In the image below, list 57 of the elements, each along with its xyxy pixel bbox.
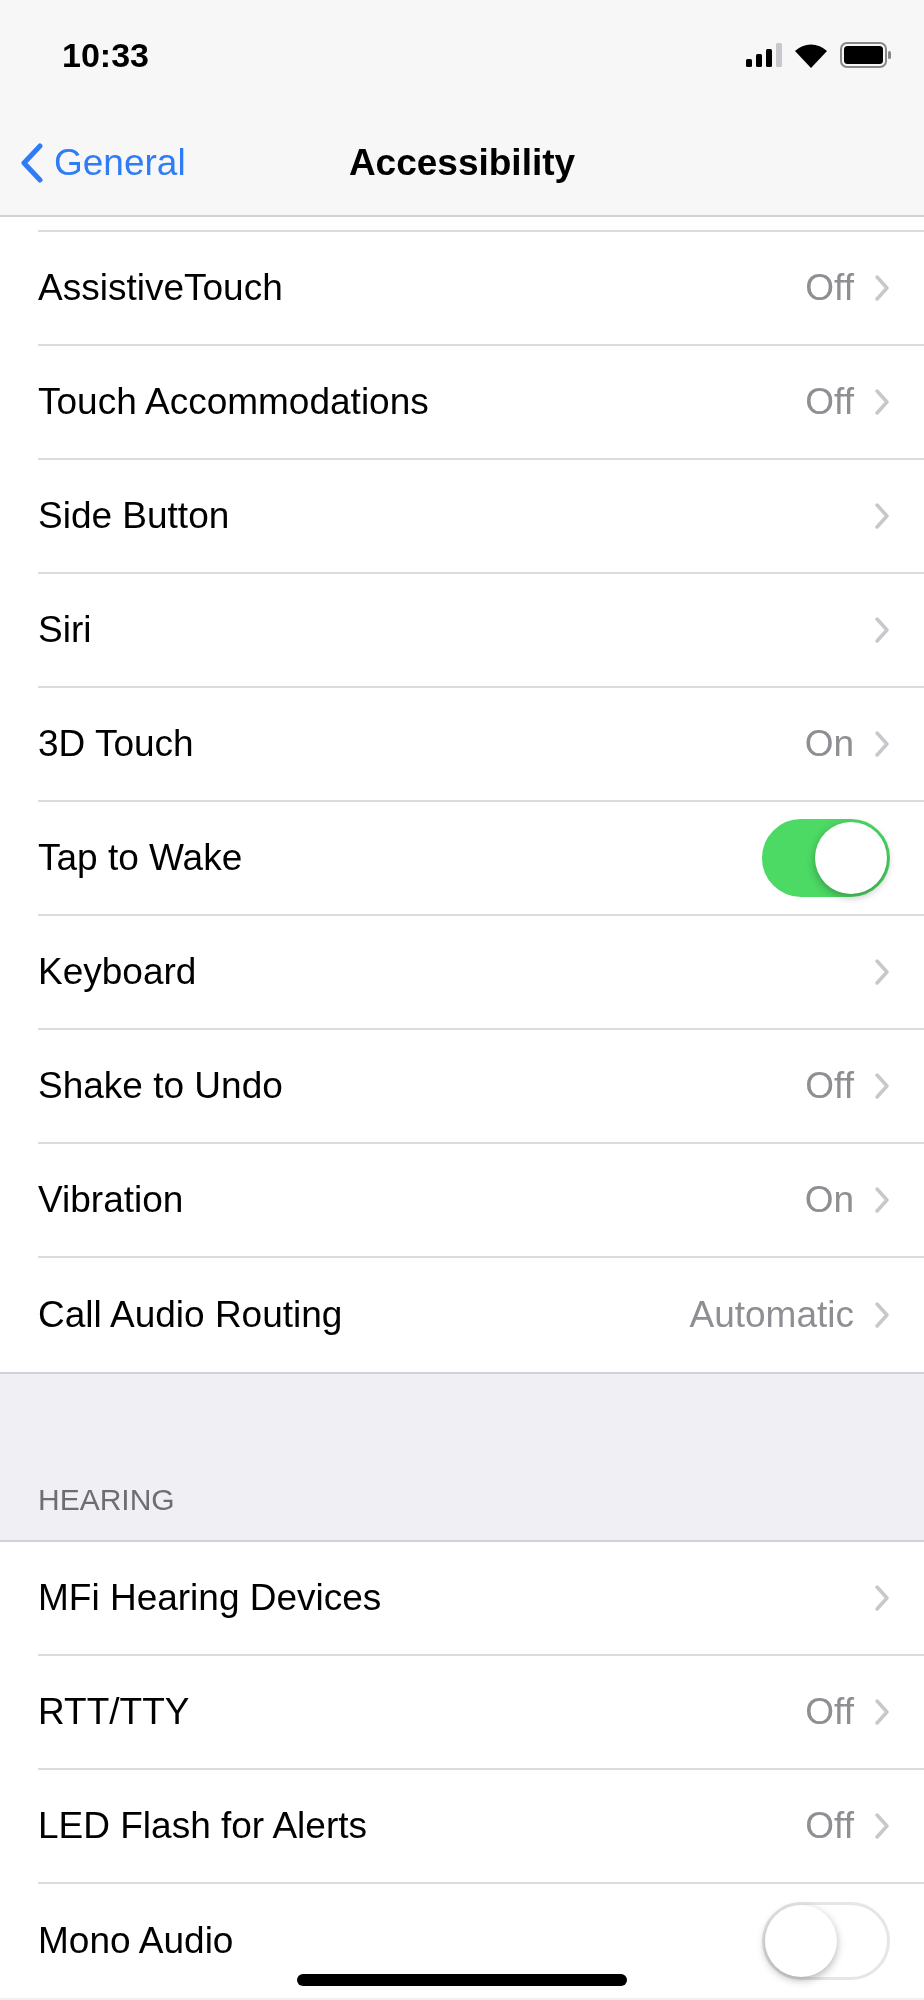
row-value: On xyxy=(804,1178,854,1223)
settings-row[interactable]: Mono Audio xyxy=(0,1884,924,1998)
back-button[interactable]: General xyxy=(20,134,186,191)
toggle-switch[interactable] xyxy=(762,819,890,897)
wifi-icon xyxy=(794,42,828,68)
status-time: 10:33 xyxy=(62,34,149,76)
chevron-icon xyxy=(874,388,890,416)
settings-row[interactable]: 3D Touch On xyxy=(0,688,924,802)
row-label: Call Audio Routing xyxy=(38,1293,344,1338)
back-chevron-icon xyxy=(20,142,44,183)
chevron-icon xyxy=(874,616,890,644)
chevron-icon xyxy=(874,730,890,758)
chevron-icon xyxy=(874,1584,890,1612)
row-value: On xyxy=(804,722,854,767)
settings-row[interactable]: Side Button xyxy=(0,460,924,574)
chevron-icon xyxy=(874,274,890,302)
row-label: Shake to Undo xyxy=(38,1064,284,1109)
signal-icon xyxy=(746,43,782,67)
row-label: Siri xyxy=(38,608,93,653)
settings-row[interactable]: RTT/TTY Off xyxy=(0,1656,924,1770)
settings-row[interactable]: Touch Accommodations Off xyxy=(0,346,924,460)
chevron-icon xyxy=(874,502,890,530)
settings-row[interactable]: Keyboard xyxy=(0,916,924,1030)
row-label: 3D Touch xyxy=(38,722,195,767)
row-label: Side Button xyxy=(38,494,231,539)
row-label: Tap to Wake xyxy=(38,836,244,881)
row-label: MFi Hearing Devices xyxy=(38,1576,383,1621)
chevron-icon xyxy=(874,1812,890,1840)
screen-title: Accessibility xyxy=(348,140,576,185)
row-value: Off xyxy=(805,380,854,425)
row-value: Off xyxy=(805,266,854,311)
settings-row[interactable]: LED Flash for Alerts Off xyxy=(0,1770,924,1884)
row-value: Off xyxy=(805,1804,854,1849)
chevron-icon xyxy=(874,1186,890,1214)
battery-icon xyxy=(840,42,892,68)
settings-row[interactable]: Shake to Undo Off xyxy=(0,1030,924,1144)
row-label: Vibration xyxy=(38,1178,185,1223)
settings-row[interactable]: AssistiveTouch Off xyxy=(0,232,924,346)
row-label: Keyboard xyxy=(38,950,198,995)
row-label: Touch Accommodations xyxy=(38,380,430,425)
chevron-icon xyxy=(874,1698,890,1726)
chevron-icon xyxy=(874,958,890,986)
settings-row[interactable]: Call Audio Routing Automatic xyxy=(0,1258,924,1372)
chevron-icon xyxy=(874,1301,890,1329)
row-value: Off xyxy=(805,1690,854,1735)
section-header: HEARING xyxy=(38,1482,175,1518)
row-value: Automatic xyxy=(689,1293,854,1338)
row-value: Off xyxy=(805,1064,854,1109)
settings-row[interactable]: Vibration On xyxy=(0,1144,924,1258)
chevron-icon xyxy=(874,1072,890,1100)
settings-row[interactable]: Siri xyxy=(0,574,924,688)
row-label: LED Flash for Alerts xyxy=(38,1804,368,1849)
row-label: AssistiveTouch xyxy=(38,266,284,311)
settings-row[interactable]: Tap to Wake xyxy=(0,802,924,916)
row-label: RTT/TTY xyxy=(38,1690,191,1735)
row-label: Mono Audio xyxy=(38,1919,235,1964)
settings-row[interactable]: MFi Hearing Devices xyxy=(0,1542,924,1656)
